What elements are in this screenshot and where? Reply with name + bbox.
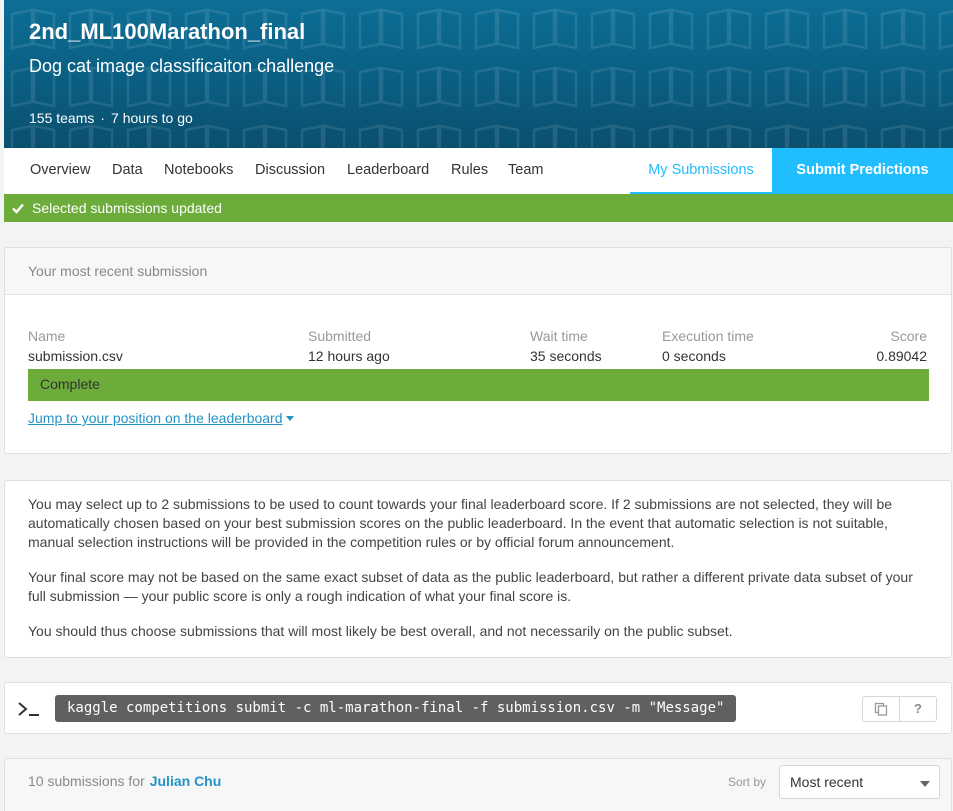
copy-icon (874, 702, 888, 716)
user-link[interactable]: Julian Chu (150, 773, 222, 789)
api-command[interactable]: kaggle competitions submit -c ml-maratho… (55, 695, 737, 722)
banner-message: Selected submissions updated (32, 200, 222, 216)
competition-nav: Overview Data Notebooks Discussion Leade… (4, 148, 953, 194)
name-value: submission.csv (28, 348, 123, 364)
terminal-icon (18, 702, 39, 716)
chevron-down-icon (920, 781, 930, 787)
check-icon (12, 203, 24, 214)
recent-submission-card: Your most recent submission Name submiss… (4, 247, 952, 454)
status-bar: Complete (28, 369, 929, 401)
tab-overview[interactable]: Overview (30, 162, 90, 178)
competition-subtitle: Dog cat image classificaiton challenge (29, 56, 335, 76)
wait-time-label: Wait time (530, 328, 588, 344)
tab-data[interactable]: Data (112, 162, 143, 178)
help-button[interactable]: ? (899, 696, 937, 722)
name-label: Name (28, 328, 66, 344)
jump-to-leaderboard-link[interactable]: Jump to your position on the leaderboard (28, 410, 294, 426)
copy-button[interactable] (862, 696, 900, 722)
caret-down-icon (285, 416, 294, 421)
competition-meta: 155 teams · 7 hours to go (29, 110, 193, 126)
score-label: Score (890, 328, 927, 344)
recent-submission-heading: Your most recent submission (5, 248, 951, 295)
submissions-count-label: 10 submissions for (28, 773, 145, 789)
submitted-label: Submitted (308, 328, 372, 344)
jump-link-label: Jump to your position on the leaderboard (28, 410, 283, 426)
sort-value: Most recent (790, 774, 864, 790)
tab-my-submissions[interactable]: My Submissions (630, 148, 772, 194)
team-count: 155 teams (29, 110, 95, 126)
submit-predictions-button[interactable]: Submit Predictions (772, 148, 953, 194)
wait-time-value: 35 seconds (530, 348, 602, 364)
competition-header: 2nd_ML100Marathon_final Dog cat image cl… (4, 0, 953, 148)
info-paragraph: You may select up to 2 submissions to be… (28, 496, 893, 550)
tab-rules[interactable]: Rules (451, 162, 488, 178)
tab-notebooks[interactable]: Notebooks (164, 162, 233, 178)
tab-leaderboard[interactable]: Leaderboard (347, 162, 429, 178)
time-remaining: 7 hours to go (111, 110, 193, 126)
sort-by-label: Sort by (728, 775, 767, 789)
tab-team[interactable]: Team (508, 162, 543, 178)
competition-title: 2nd_ML100Marathon_final (29, 19, 306, 44)
score-value: 0.89042 (876, 348, 927, 364)
tab-discussion[interactable]: Discussion (255, 162, 325, 178)
submitted-value: 12 hours ago (308, 348, 390, 364)
success-banner: Selected submissions updated (4, 194, 953, 222)
submissions-list-header: 10 submissions for Julian Chu Sort by Mos… (4, 758, 952, 811)
info-paragraph: You should thus choose submissions that … (28, 623, 733, 639)
api-command-card: kaggle competitions submit -c ml-maratho… (4, 682, 952, 734)
meta-separator: · (100, 110, 106, 126)
execution-time-value: 0 seconds (662, 348, 726, 364)
info-paragraph: Your final score may not be based on the… (28, 569, 913, 604)
submissions-count: 10 submissions for Julian Chu (28, 773, 221, 789)
selection-info-card: You may select up to 2 submissions to be… (4, 480, 952, 658)
sort-select[interactable]: Most recent (779, 765, 940, 799)
execution-time-label: Execution time (662, 328, 754, 344)
